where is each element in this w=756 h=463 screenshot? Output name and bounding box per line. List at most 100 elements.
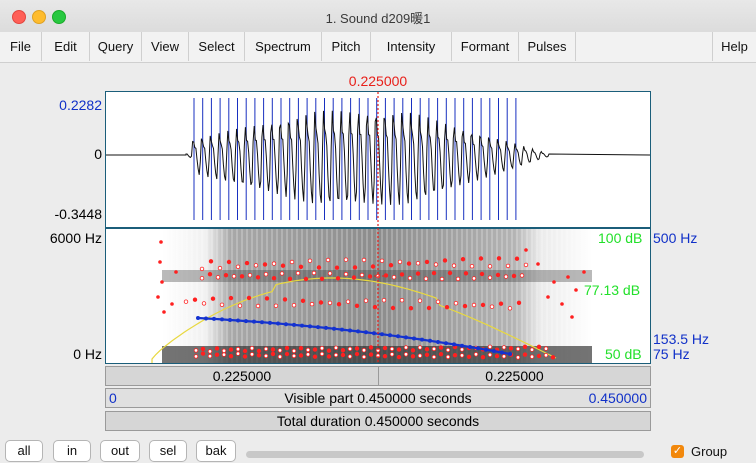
formant-dot (262, 262, 268, 267)
formant-dot (256, 353, 262, 358)
formant-dot (193, 348, 199, 353)
formant-dot (270, 347, 276, 352)
selection-bar[interactable]: 0.225000 0.225000 (105, 366, 651, 386)
formant-dot (372, 304, 378, 310)
formant-dot (327, 271, 333, 276)
formant-dot (582, 270, 586, 274)
formant-dot (305, 347, 311, 353)
formant-dot (309, 301, 315, 307)
formant-dot (158, 260, 162, 264)
formant-dot (496, 256, 502, 261)
formant-dot (295, 270, 301, 276)
formant-dot (340, 352, 346, 358)
menu-edit[interactable]: Edit (42, 32, 90, 61)
formant-dot (319, 351, 325, 357)
intensity-bottom-label: 50 dB (605, 346, 642, 362)
right-segment-label[interactable]: 0.225000 (379, 367, 650, 385)
formant-dot (228, 295, 234, 301)
pitch-top-label: 500 Hz (653, 230, 698, 246)
pitch-dot (468, 345, 472, 349)
formant-dot (183, 299, 189, 304)
formant-dot (160, 280, 164, 284)
formant-dot (480, 355, 486, 360)
formant-dot (408, 305, 414, 311)
formant-dot (312, 347, 318, 352)
zoom-back-button[interactable]: bak (196, 440, 236, 462)
menu-spectrum[interactable]: Spectrum (245, 32, 322, 61)
pitch-dot (460, 343, 464, 348)
group-checkbox[interactable]: ✓ (671, 445, 684, 458)
pitch-dot (228, 318, 232, 322)
formant-dot (291, 348, 297, 354)
formant-dot (439, 276, 445, 282)
menu-file[interactable]: File (0, 32, 42, 61)
menu-view[interactable]: View (142, 32, 189, 61)
formant-dot (494, 353, 500, 359)
formant-dot (291, 353, 297, 359)
pitch-dot (492, 349, 496, 354)
menu-pitch[interactable]: Pitch (322, 32, 371, 61)
formant-dot (501, 354, 507, 359)
menu-help[interactable]: Help (712, 32, 756, 61)
menu-pulses[interactable]: Pulses (519, 32, 576, 61)
pitch-dot (308, 324, 312, 329)
formant-dot (523, 262, 529, 268)
formant-dot (359, 272, 365, 278)
visible-part-bar[interactable]: 0 Visible part 0.450000 seconds 0.450000 (105, 388, 651, 408)
formant-dot (235, 264, 241, 269)
left-segment-label[interactable]: 0.225000 (106, 367, 378, 385)
formant-dot (334, 265, 340, 270)
zoom-all-button[interactable]: all (5, 440, 43, 462)
sound-editor-panel[interactable] (105, 91, 651, 364)
menu-intensity[interactable]: Intensity (371, 32, 452, 61)
formant-dot (237, 303, 243, 308)
pitch-dot (452, 342, 456, 347)
pitch-dot (236, 318, 240, 323)
intensity-top-label: 100 dB (598, 230, 643, 246)
formant-dot (390, 305, 396, 311)
formant-dot (403, 352, 409, 357)
menu-select[interactable]: Select (189, 32, 245, 61)
zoom-out-button[interactable]: out (100, 440, 140, 462)
formant-dot (217, 265, 223, 271)
waveform-spectrogram-plot[interactable] (106, 92, 650, 363)
formant-dot (207, 271, 213, 277)
zoom-in-button[interactable]: in (53, 440, 91, 462)
formant-dot (214, 352, 220, 357)
pitch-dot (396, 334, 400, 339)
formant-dot (298, 353, 304, 358)
formant-dot (221, 352, 227, 357)
formant-dot (423, 276, 429, 281)
formant-dot (389, 346, 395, 352)
formant-dot (370, 264, 376, 269)
formant-dot (442, 258, 448, 263)
formant-dot (326, 354, 332, 359)
formant-dot (162, 310, 166, 314)
waveform-zero-label: 0 (94, 146, 102, 162)
formant-dot (200, 346, 206, 352)
formant-dot (379, 258, 385, 263)
formant-dot (354, 346, 360, 351)
formant-dot (201, 301, 207, 306)
pitch-dot (412, 336, 416, 341)
formant-dot (174, 270, 178, 274)
formant-dot (343, 271, 349, 277)
menu-query[interactable]: Query (90, 32, 142, 61)
menu-formant[interactable]: Formant (452, 32, 519, 61)
formant-dot (368, 352, 374, 357)
formant-dot (361, 348, 367, 353)
formant-dot (471, 276, 477, 281)
formant-dot (453, 300, 459, 306)
formant-dot (452, 353, 458, 358)
formant-dot (410, 354, 416, 359)
total-duration-bar[interactable]: Total duration 0.450000 seconds (105, 411, 651, 431)
formant-dot (415, 260, 421, 266)
title-bar: 1. Sound d209暖1 (0, 0, 756, 33)
formant-dot (469, 263, 475, 269)
zoom-sel-button[interactable]: sel (149, 440, 187, 462)
formant-dot (424, 347, 430, 352)
horizontal-scrollbar[interactable] (246, 451, 644, 458)
formant-dot (459, 353, 465, 358)
formant-dot (451, 263, 457, 268)
formant-dot (361, 257, 367, 263)
